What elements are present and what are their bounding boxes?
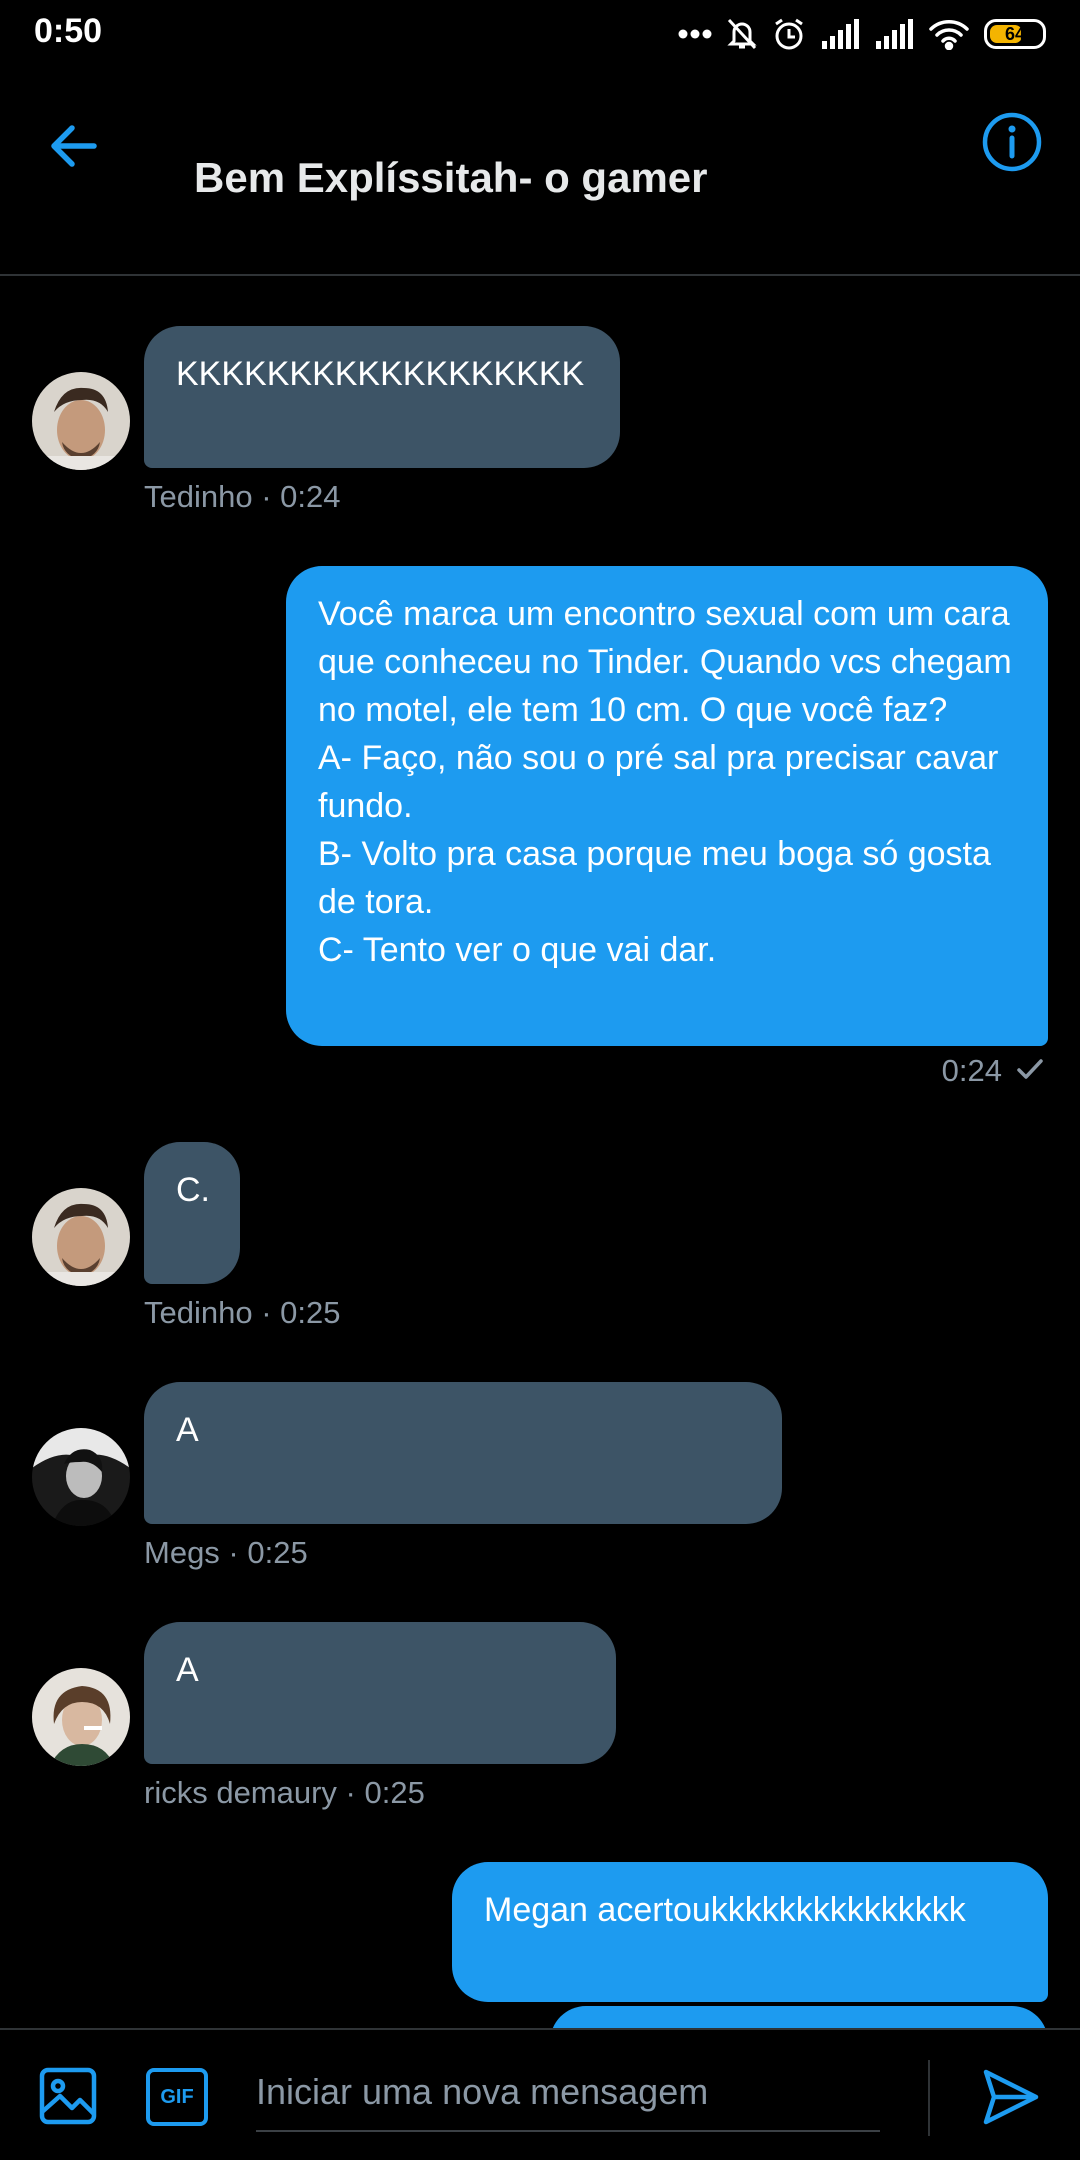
info-icon: [982, 112, 1042, 172]
info-button[interactable]: [980, 110, 1044, 174]
avatar-tedinho[interactable]: [32, 372, 130, 470]
message-list[interactable]: KKKKKKKKKKKKKKKKKK Tedinho · 0:24 Você m…: [0, 276, 1080, 2028]
message-bubble-incoming[interactable]: A: [144, 1382, 782, 1524]
message-meta: Tedinho · 0:24: [144, 479, 341, 514]
message-meta: Megs · 0:25: [144, 1535, 308, 1570]
message-time: 0:24: [941, 1053, 1002, 1088]
wifi-icon: [928, 18, 970, 50]
status-time: 0:50: [34, 12, 103, 50]
more-dots-icon: [678, 29, 712, 39]
alarm-icon: [772, 17, 806, 51]
status-bar: 0:50 64: [0, 0, 1080, 66]
image-icon: [39, 2067, 97, 2125]
message-meta: Tedinho · 0:25: [144, 1295, 341, 1330]
message-bubble-outgoing[interactable]: Megan acertoukkkkkkkkkkkkkkk: [452, 1862, 1048, 2002]
check-icon: [1016, 1053, 1044, 1089]
conversation-title: Bem Explíssitah- o gamer: [194, 154, 708, 201]
signal-2-icon: [874, 19, 914, 49]
composer-divider: [928, 2060, 930, 2136]
message-bubble-outgoing[interactable]: Você marca um encontro sexual com um car…: [286, 566, 1048, 1046]
arrow-left-icon: [51, 125, 97, 167]
message-bubble-incoming[interactable]: KKKKKKKKKKKKKKKKKK: [144, 326, 620, 468]
battery-icon: 64: [984, 19, 1046, 49]
message-input[interactable]: [256, 2054, 880, 2132]
message-composer: GIF: [0, 2028, 1080, 2160]
battery-level-text: 64: [1004, 23, 1026, 44]
add-media-button[interactable]: [38, 2066, 98, 2126]
message-bubble-outgoing-partial[interactable]: [550, 2006, 1048, 2028]
message-bubble-incoming[interactable]: A: [144, 1622, 616, 1764]
message-meta-outgoing: 0:24: [942, 1053, 1044, 1089]
send-icon: [983, 2069, 1039, 2125]
gif-button[interactable]: GIF: [146, 2068, 208, 2126]
conversation-header: Bem Explíssitah- o gamer: [0, 66, 1080, 276]
message-meta: ricks demaury · 0:25: [144, 1775, 425, 1810]
bell-off-icon: [726, 17, 758, 51]
signal-1-icon: [820, 19, 860, 49]
avatar-megs[interactable]: [32, 1428, 130, 1526]
avatar-ricks-demaury[interactable]: [32, 1668, 130, 1766]
back-button[interactable]: [44, 114, 108, 178]
status-icons: 64: [678, 14, 1046, 54]
send-button[interactable]: [980, 2066, 1042, 2128]
avatar-tedinho[interactable]: [32, 1188, 130, 1286]
message-bubble-incoming[interactable]: C.: [144, 1142, 240, 1284]
